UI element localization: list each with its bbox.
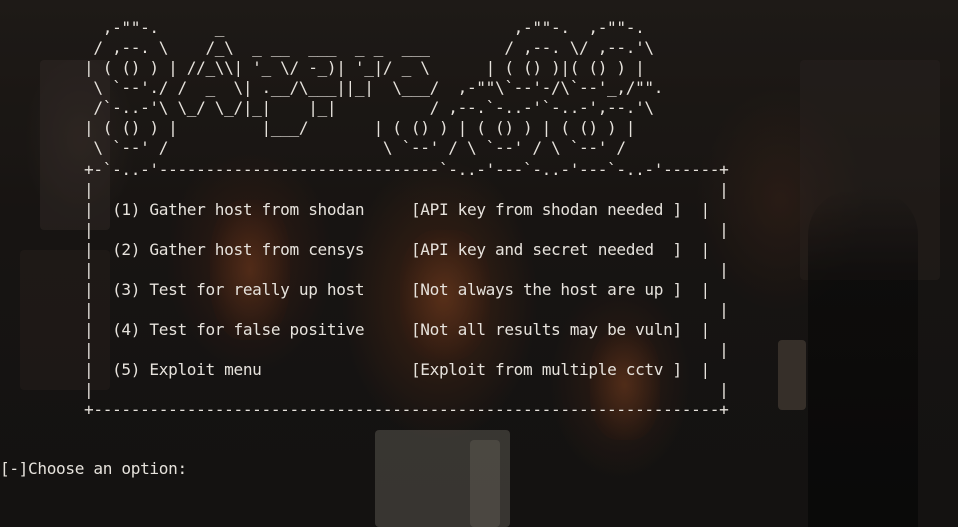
menu-top-border: +-`-..-'------------------------------`-…: [0, 160, 729, 179]
menu-bottom-border: +---------------------------------------…: [0, 400, 729, 419]
menu-option-1[interactable]: | (1) Gather host from shodan [API key f…: [0, 200, 728, 220]
menu-option-label: (2) Gather host from censys: [112, 240, 393, 259]
menu-border-right: |: [681, 320, 710, 339]
menu-blank-line: | |: [0, 260, 729, 279]
menu-blank-line: | |: [0, 340, 729, 359]
menu-spacer: [392, 320, 411, 339]
menu-border-left: |: [0, 360, 113, 379]
banner-line: | ( () ) | |___/ | ( () ) | ( () ) | ( (…: [0, 118, 636, 137]
menu-border-right: |: [681, 280, 710, 299]
menu-border-right: |: [681, 360, 710, 379]
menu-option-note: [API key from shodan needed ]: [410, 200, 682, 219]
menu-option-note: [Not all results may be vuln]: [410, 320, 682, 339]
menu-blank-line: | |: [0, 300, 729, 319]
menu-border-left: |: [0, 280, 113, 299]
menu-option-5[interactable]: | (5) Exploit menu [Exploit from multipl…: [0, 360, 728, 380]
menu-border-right: |: [681, 200, 710, 219]
menu-spacer: [392, 280, 411, 299]
menu-border-right: |: [681, 240, 710, 259]
menu-box: +-`-..-'------------------------------`-…: [0, 160, 729, 420]
menu-border-left: |: [0, 240, 113, 259]
menu-option-note: [Exploit from multiple cctv ]: [410, 360, 682, 379]
menu-option-label: (4) Test for false positive: [112, 320, 393, 339]
menu-spacer: [392, 200, 411, 219]
menu-option-label: (3) Test for really up host: [112, 280, 393, 299]
menu-option-note: [Not always the host are up ]: [410, 280, 682, 299]
banner-line: /`-..-'\ \_/ \_/|_| |_| / ,--.`-..-'`-..…: [0, 98, 654, 117]
banner-line: | ( () ) | //_\\| '_ \/ -_)| '_|/ _ \ | …: [0, 58, 645, 77]
option-prompt[interactable]: [-]Choose an option:: [0, 459, 187, 479]
menu-blank-line: | |: [0, 220, 729, 239]
menu-option-label: (5) Exploit menu: [112, 360, 393, 379]
menu-option-4[interactable]: | (4) Test for false positive [Not all r…: [0, 320, 728, 340]
banner-line: / ,--. \ /_\ _ __ ___ _ _ ___ / ,--. \/ …: [0, 38, 654, 57]
menu-blank-line: | |: [0, 180, 729, 199]
menu-spacer: [392, 240, 411, 259]
menu-border-left: |: [0, 200, 113, 219]
banner-line: \ `--' / \ `--' / \ `--' / \ `--' /: [0, 138, 626, 157]
menu-option-label: (1) Gather host from shodan: [112, 200, 393, 219]
menu-option-note: [API key and secret needed ]: [410, 240, 682, 259]
menu-spacer: [392, 360, 411, 379]
ascii-banner: ,-""-. _ ,-""-. ,-""-. / ,--. \ /_\ _ __…: [0, 18, 663, 158]
banner-line: ,-""-. _ ,-""-. ,-""-.: [0, 18, 645, 37]
menu-option-2[interactable]: | (2) Gather host from censys [API key a…: [0, 240, 728, 260]
banner-line: \ `--'./ / _ \| .__/\___||_| \___/ ,-""\…: [0, 78, 664, 97]
menu-blank-line: | |: [0, 380, 729, 399]
menu-border-left: |: [0, 320, 113, 339]
menu-option-3[interactable]: | (3) Test for really up host [Not alway…: [0, 280, 728, 300]
terminal-window[interactable]: ,-""-. _ ,-""-. ,-""-. / ,--. \ /_\ _ __…: [0, 0, 958, 527]
